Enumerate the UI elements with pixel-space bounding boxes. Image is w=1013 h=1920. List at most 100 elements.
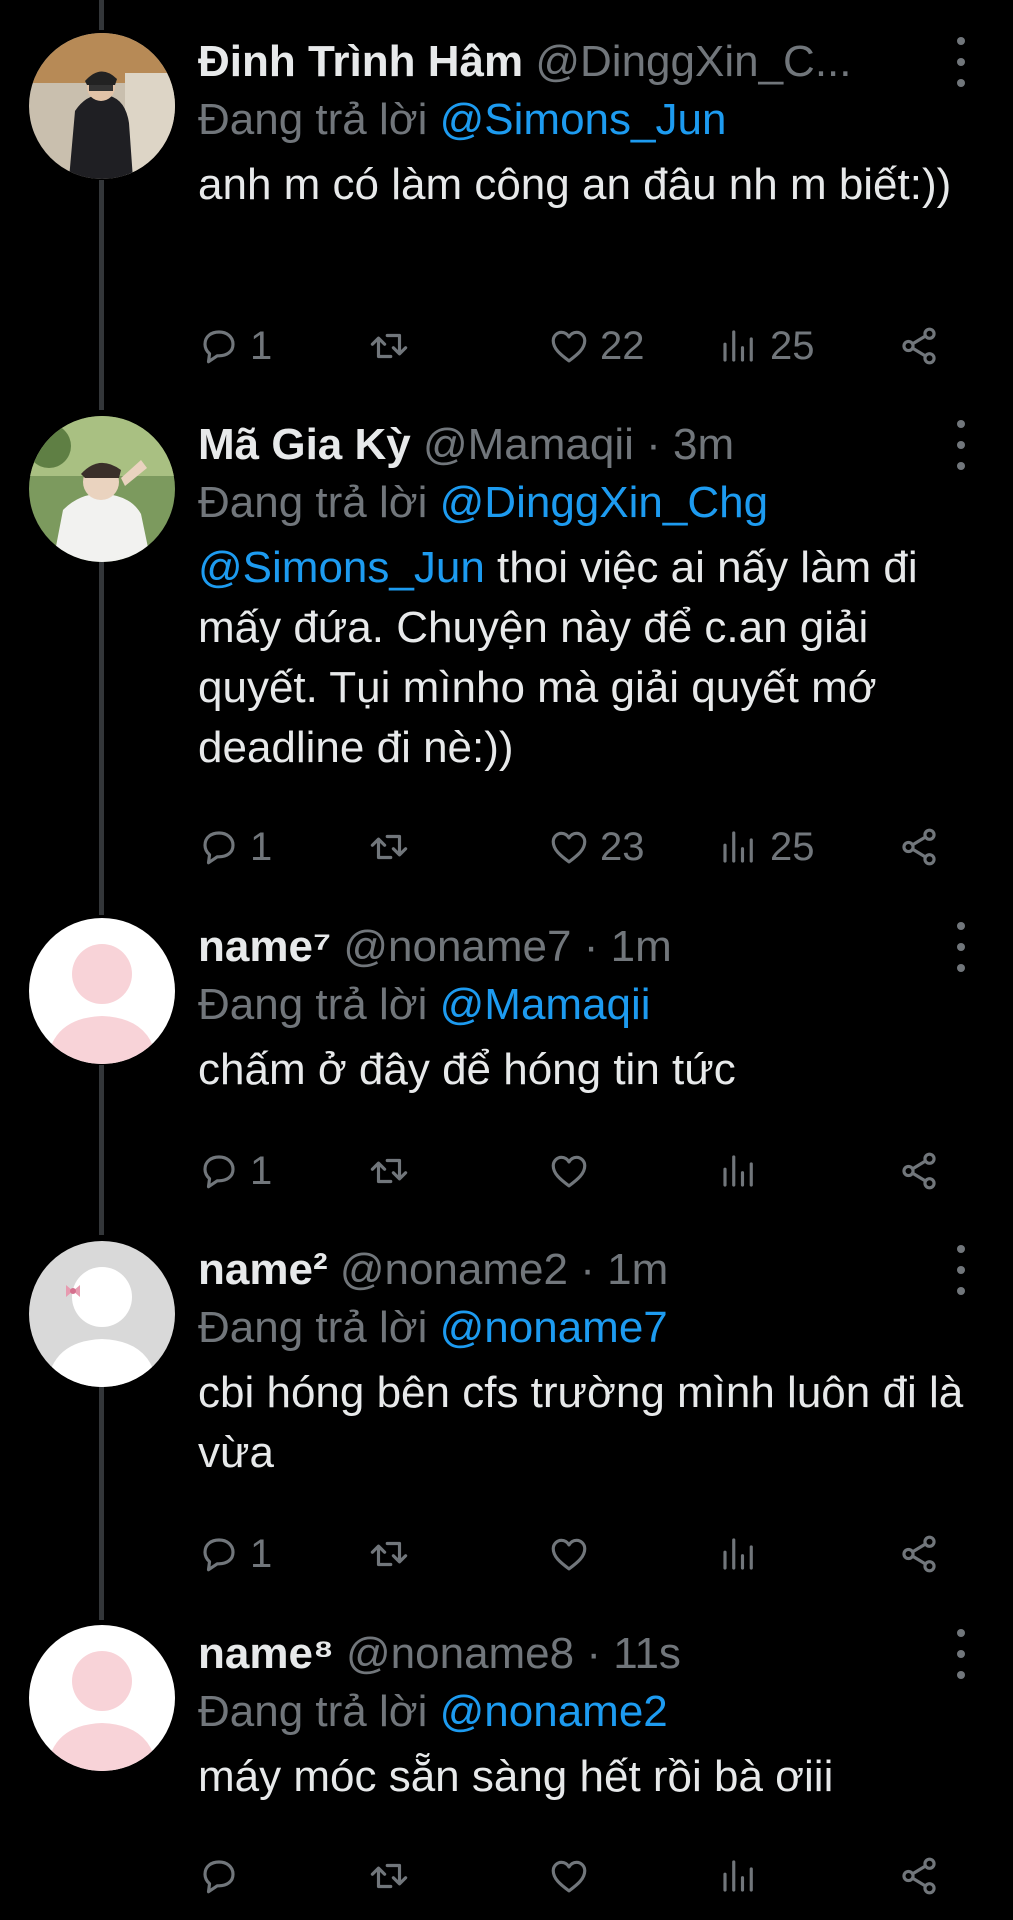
display-name[interactable]: Đinh Trình Hâm [198,37,523,86]
reply-count: 1 [250,1531,273,1576]
user-handle[interactable]: @DinggXin_C... [535,37,851,86]
reply-button[interactable]: 1 [198,316,272,376]
text-content: máy móc sẵn sàng hết rồi bà ơiii [198,1752,834,1801]
retweet-button[interactable] [368,316,410,376]
share-icon [902,1152,936,1190]
like-button[interactable]: 23 [548,817,645,877]
replying-to-mention[interactable]: @Mamaqii [440,980,651,1029]
thread-line [99,180,104,410]
tweet-text: chấm ở đây để hóng tin tức [198,1040,973,1100]
display-name[interactable]: Mã Gia Kỳ [198,420,411,469]
text-content: chấm ở đây để hóng tin tức [198,1045,736,1094]
user-handle[interactable]: @noname8 [346,1629,574,1678]
text-content: cbi hóng bên cfs trường mình luôn đi là … [198,1368,964,1477]
share-icon [902,1857,936,1895]
user-handle[interactable]: @noname7 [343,922,571,971]
avatar[interactable] [29,33,175,179]
like-icon [551,1860,587,1893]
like-icon [551,831,587,864]
display-name[interactable]: name² [198,1245,328,1294]
share-button[interactable] [898,1524,940,1584]
like-button[interactable] [548,1846,600,1906]
avatar[interactable] [29,1625,175,1771]
more-icon[interactable] [949,37,973,87]
retweet-icon [370,834,408,860]
reply-count: 1 [250,1148,273,1193]
reply-icon [203,1538,235,1572]
more-icon[interactable] [949,1245,973,1295]
reply-button[interactable] [198,1846,250,1906]
views-button[interactable]: 25 [718,817,815,877]
replying-to-label: Đang trả lời [198,1303,428,1352]
replying-to-label: Đang trả lời [198,95,428,144]
timestamp: · 11s [586,1629,681,1678]
display-name[interactable]: name⁸ [198,1629,334,1678]
reply-button[interactable]: 1 [198,1141,272,1201]
thread-line [99,0,104,30]
reply-icon [203,1860,235,1894]
retweet-button[interactable] [368,1524,410,1584]
replying-to: Đang trả lời @DinggXin_Chg [198,474,973,532]
reply-button[interactable]: 1 [198,1524,272,1584]
avatar[interactable] [29,1241,175,1387]
reply-icon [203,1155,235,1189]
tweet-text: @Simons_Jun thoi việc ai nấy làm đi mấy … [198,538,973,778]
replying-to-mention[interactable]: @Simons_Jun [440,95,727,144]
replying-to-label: Đang trả lời [198,980,428,1029]
reply-icon [203,831,235,865]
tweet-actions: 1 23 25 [198,817,958,877]
text-content: anh m có làm công an đâu nh m biết:)) [198,160,952,209]
retweet-icon [370,1158,408,1184]
tweet-actions: 1 [198,1141,958,1201]
user-handle[interactable]: @Mamaqii [423,420,634,469]
more-icon[interactable] [949,1629,973,1679]
more-icon[interactable] [949,420,973,470]
views-button[interactable] [718,1141,770,1201]
tweet-text: cbi hóng bên cfs trường mình luôn đi là … [198,1363,973,1483]
replying-to-mention[interactable]: @DinggXin_Chg [440,478,768,527]
share-button[interactable] [898,1141,940,1201]
views-button[interactable] [718,1524,770,1584]
share-button[interactable] [898,817,940,877]
like-icon [551,330,587,363]
reply-count: 1 [250,824,273,869]
share-button[interactable] [898,316,940,376]
like-button[interactable] [548,1524,600,1584]
like-button[interactable] [548,1141,600,1201]
text-mention[interactable]: @Simons_Jun [198,543,485,592]
replying-to-label: Đang trả lời [198,478,428,527]
retweet-icon [370,333,408,359]
reply-button[interactable]: 1 [198,817,272,877]
share-button[interactable] [898,1846,940,1906]
views-button[interactable] [718,1846,770,1906]
avatar[interactable] [29,416,175,562]
replying-to-mention[interactable]: @noname7 [440,1303,668,1352]
retweet-icon [370,1541,408,1567]
replying-to-mention[interactable]: @noname2 [440,1687,668,1736]
retweet-button[interactable] [368,1846,410,1906]
views-icon [723,330,753,362]
user-handle[interactable]: @noname2 [340,1245,568,1294]
share-icon [902,828,936,866]
like-button[interactable]: 22 [548,316,645,376]
retweet-button[interactable] [368,817,410,877]
retweet-button[interactable] [368,1141,410,1201]
tweet-actions: 1 [198,1524,958,1584]
like-count: 23 [600,824,645,869]
views-icon [723,1155,753,1187]
thread-line [99,1065,104,1235]
tweet-actions: 1 22 25 [198,316,958,376]
share-icon [902,327,936,365]
view-count: 25 [770,323,815,368]
like-count: 22 [600,323,645,368]
display-name[interactable]: name⁷ [198,922,331,971]
more-icon[interactable] [949,922,973,972]
views-icon [723,1538,753,1570]
replying-to: Đang trả lời @noname7 [198,1299,973,1357]
replying-to-label: Đang trả lời [198,1687,428,1736]
avatar[interactable] [29,918,175,1064]
replying-to: Đang trả lời @Mamaqii [198,976,973,1034]
share-icon [902,1535,936,1573]
retweet-icon [370,1863,408,1889]
views-button[interactable]: 25 [718,316,815,376]
